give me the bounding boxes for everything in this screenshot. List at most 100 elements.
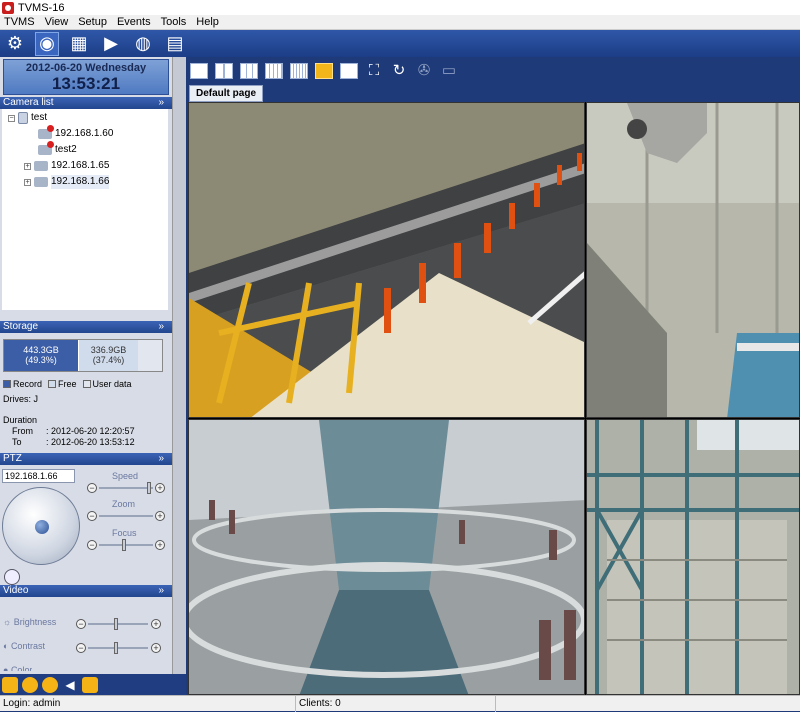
sidebar: 2012-06-20 Wednesday 13:53:21 Camera lis… (0, 57, 172, 697)
collapse-chevron-icon[interactable]: » (158, 321, 164, 333)
focus-plus-button[interactable]: + (155, 540, 165, 550)
video-header[interactable]: Video » (0, 585, 172, 597)
settings-gear-icon[interactable]: ⚙ (3, 32, 27, 56)
layout-custom-button[interactable] (315, 62, 333, 79)
expand-icon[interactable]: + (24, 162, 31, 170)
title-bar: TVMS-16 (0, 0, 800, 15)
ptz-header[interactable]: PTZ » (0, 453, 172, 465)
zoom-minus-button[interactable]: − (87, 511, 97, 521)
refresh-icon[interactable]: ↻ (390, 62, 408, 79)
sidebar-scrollbar[interactable] (172, 57, 186, 695)
folder-icon[interactable] (2, 676, 18, 693)
expand-icon[interactable]: + (24, 178, 31, 186)
contrast-thumb[interactable] (114, 642, 118, 654)
layout-5x5-button[interactable] (290, 62, 308, 79)
layout-toolbar: ⛶ ↻ ✇ ▭ (186, 57, 800, 84)
menu-view[interactable]: View (45, 16, 69, 28)
contrast-minus-button[interactable]: − (76, 643, 86, 653)
focus-minus-button[interactable]: − (87, 540, 97, 550)
tree-item-camera[interactable]: test2 (38, 141, 77, 157)
clock-time: 13:53:21 (51, 74, 121, 93)
playback-icon[interactable]: ▶ (99, 32, 123, 56)
camera-list-title: Camera list (3, 97, 54, 108)
film-reel-icon[interactable]: ✇ (415, 62, 433, 79)
camera-list-header[interactable]: Camera list » (0, 97, 172, 109)
globe-icon[interactable]: ◍ (131, 32, 155, 56)
tree-item-camera[interactable]: + 192.168.1.65 (24, 159, 109, 173)
status-login: Login: admin (0, 695, 296, 712)
record-size: 443.3GB (23, 345, 59, 355)
camera-label: 192.168.1.60 (55, 128, 114, 139)
brightness-label: ☼ Brightness (3, 617, 57, 627)
camera-view-3[interactable] (188, 419, 585, 695)
camera-icon (34, 177, 48, 187)
tree-root-label: test (31, 112, 48, 123)
camera-view-1[interactable] (188, 102, 585, 418)
layout-2x2-button[interactable] (215, 62, 233, 79)
collapse-chevron-icon[interactable]: » (158, 453, 164, 465)
joystick-knob[interactable] (35, 520, 49, 534)
collapse-chevron-icon[interactable]: » (158, 97, 164, 109)
camera-view-2[interactable] (586, 102, 800, 418)
ptz-panel: 192.168.1.66 Speed − + Zoom − + Focus − … (0, 465, 172, 636)
zoom-plus-button[interactable]: + (155, 511, 165, 521)
layout-1x1-button[interactable] (190, 62, 208, 79)
filmstrip-icon[interactable]: ▦ (67, 32, 91, 56)
speed-slider[interactable]: − + (87, 482, 165, 494)
status-face-icon[interactable] (42, 676, 58, 693)
tree-item-camera[interactable]: 192.168.1.60 (38, 125, 114, 141)
speaker-icon[interactable]: ◀ (62, 677, 78, 693)
layout-4x4-button[interactable] (265, 62, 283, 79)
ptz-camera-field[interactable]: 192.168.1.66 (2, 469, 75, 483)
speed-plus-button[interactable]: + (155, 483, 165, 493)
brightness-slider[interactable]: − + (76, 618, 161, 630)
layout-3x3-button[interactable] (240, 62, 258, 79)
storage-header[interactable]: Storage » (0, 321, 172, 333)
collapse-chevron-icon[interactable]: » (158, 585, 164, 597)
camera-label: 192.168.1.66 (51, 175, 110, 189)
focus-control[interactable]: − + (87, 539, 165, 551)
storage-free-segment: 336.9GB (37.4%) (78, 340, 138, 371)
group-icon (18, 112, 28, 124)
menu-tools[interactable]: Tools (161, 16, 187, 28)
live-view-icon[interactable]: ◉ (35, 31, 59, 56)
storage-legend: Record Free User data (3, 379, 132, 389)
contrast-plus-button[interactable]: + (151, 643, 161, 653)
tree-root[interactable]: − test (8, 111, 47, 125)
drives-label: Drives: J (3, 394, 39, 404)
speed-minus-button[interactable]: − (87, 483, 97, 493)
ptz-joystick[interactable] (2, 487, 80, 565)
tree-item-camera-selected[interactable]: + 192.168.1.66 (24, 175, 110, 189)
contrast-slider[interactable]: − + (76, 642, 161, 654)
fullscreen-icon[interactable]: ⛶ (365, 62, 383, 79)
speed-thumb[interactable] (147, 482, 151, 494)
database-icon[interactable] (22, 676, 38, 693)
camera-view-4[interactable] (586, 419, 800, 695)
brightness-thumb[interactable] (114, 618, 118, 630)
collapse-icon[interactable]: − (8, 114, 15, 122)
app-logo-icon (2, 1, 14, 14)
layout-1plus5-button[interactable] (340, 62, 358, 79)
brightness-minus-button[interactable]: − (76, 619, 86, 629)
menu-tvms[interactable]: TVMS (4, 16, 35, 28)
tab-default-page[interactable]: Default page (189, 85, 264, 102)
menu-setup[interactable]: Setup (78, 16, 107, 28)
free-size: 336.9GB (90, 345, 127, 355)
camera-label: test2 (55, 144, 77, 155)
document-icon[interactable]: ▤ (163, 32, 187, 56)
focus-label: Focus (112, 528, 137, 538)
speed-label: Speed (112, 471, 139, 481)
camera-record-icon[interactable] (82, 676, 98, 693)
menu-help[interactable]: Help (196, 16, 219, 28)
ptz-center-icon[interactable] (4, 569, 20, 585)
snapshot-icon[interactable]: ▭ (440, 62, 458, 79)
menu-events[interactable]: Events (117, 16, 151, 28)
zoom-control[interactable]: − + (87, 511, 165, 521)
free-pct: (37.4%) (92, 355, 125, 365)
brightness-plus-button[interactable]: + (151, 619, 161, 629)
ptz-title: PTZ (3, 453, 22, 464)
color-label: ● Color (3, 665, 33, 671)
camera-tree: − test 192.168.1.60 test2 + 192.168.1.65… (2, 109, 168, 310)
zoom-label: Zoom (112, 499, 136, 509)
focus-thumb[interactable] (122, 539, 126, 551)
